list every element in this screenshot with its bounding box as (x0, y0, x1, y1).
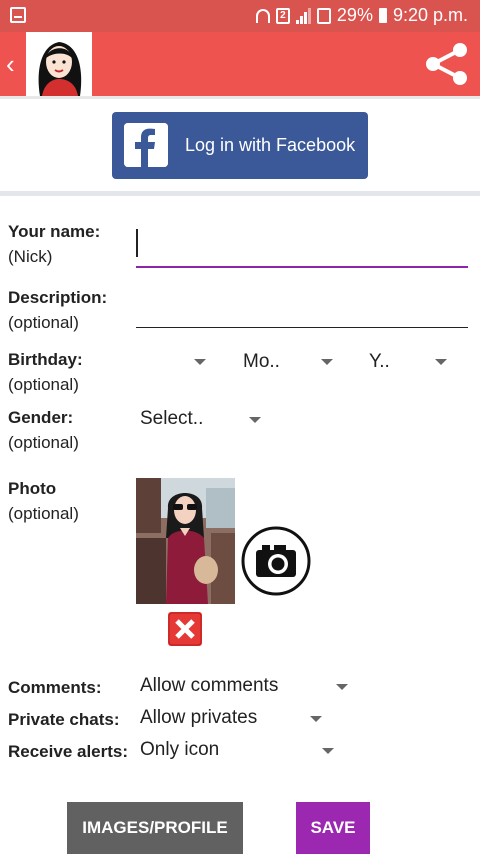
birthday-day-dropdown[interactable] (140, 350, 212, 378)
photo-label: Photo (optional) (8, 476, 79, 526)
clock: 9:20 p.m. (392, 5, 468, 25)
app-bar: ‹ (0, 32, 480, 96)
chevron-down-icon (194, 359, 206, 365)
images-profile-button[interactable]: IMAGES/PROFILE (67, 802, 243, 854)
description-input[interactable] (136, 290, 468, 328)
chevron-down-icon (249, 417, 261, 423)
share-icon[interactable] (424, 42, 470, 86)
sim-icon: 2 (275, 7, 290, 24)
receive-alerts-label-text: Receive alerts: (8, 742, 129, 761)
description-hint: (optional) (8, 313, 79, 332)
receive-alerts-value: Only icon (140, 739, 220, 760)
chevron-down-icon (321, 359, 333, 365)
section-divider (0, 191, 480, 196)
facebook-login-label: Log in with Facebook (185, 135, 356, 155)
app-bar-shadow (0, 96, 480, 99)
camera-icon[interactable] (241, 526, 311, 596)
birthday-hint: (optional) (8, 375, 79, 394)
facebook-icon (124, 123, 168, 167)
description-label: Description: (optional) (8, 285, 107, 335)
private-chats-dropdown[interactable]: Allow privates (140, 707, 326, 735)
birthday-month-value: Mo.. (243, 351, 280, 372)
comments-dropdown[interactable]: Allow comments (140, 675, 352, 703)
name-input[interactable] (136, 230, 468, 268)
birthday-label: Birthday: (optional) (8, 347, 83, 397)
chevron-down-icon (310, 716, 322, 722)
delete-photo-icon[interactable] (168, 612, 202, 646)
wifi-icon (255, 8, 270, 23)
name-hint: (Nick) (8, 247, 53, 266)
comments-value: Allow comments (140, 675, 279, 696)
birthday-year-dropdown[interactable]: Y.. (369, 351, 449, 379)
profile-photo[interactable] (136, 478, 235, 604)
private-chats-value: Allow privates (140, 707, 258, 728)
birthday-label-text: Birthday: (8, 350, 83, 369)
private-chats-label: Private chats: (8, 707, 120, 732)
text-cursor (136, 229, 138, 257)
gender-label-text: Gender: (8, 408, 74, 427)
photo-label-text: Photo (8, 479, 57, 498)
name-label: Your name: (Nick) (8, 219, 100, 269)
private-chats-label-text: Private chats: (8, 710, 120, 729)
status-bar-right: 2 29% 9:20 p.m. (255, 5, 468, 26)
battery-percent: 29% (336, 5, 373, 25)
description-label-text: Description: (8, 288, 108, 307)
facebook-login-button[interactable]: Log in with Facebook (112, 112, 368, 179)
comments-label-text: Comments: (8, 678, 102, 697)
battery-icon (378, 8, 387, 23)
avatar[interactable] (26, 32, 92, 96)
save-button[interactable]: SAVE (296, 802, 370, 854)
chevron-down-icon (435, 359, 447, 365)
status-bar: 2 29% 9:20 p.m. (0, 0, 480, 32)
gender-hint: (optional) (8, 433, 79, 452)
gender-dropdown[interactable]: Select.. (140, 408, 265, 436)
birthday-month-dropdown[interactable]: Mo.. (243, 351, 335, 379)
photo-hint: (optional) (8, 504, 79, 523)
comments-label: Comments: (8, 675, 102, 700)
chevron-down-icon (322, 748, 334, 754)
name-label-text: Your name: (8, 222, 101, 241)
gender-value: Select.. (140, 408, 204, 429)
gender-label: Gender: (optional) (8, 405, 79, 455)
receive-alerts-dropdown[interactable]: Only icon (140, 739, 338, 767)
signal-icon (295, 7, 311, 24)
birthday-year-value: Y.. (369, 351, 390, 372)
signal-box-icon (316, 7, 331, 24)
receive-alerts-label: Receive alerts: (8, 739, 128, 764)
notification-icon (10, 7, 26, 23)
chevron-down-icon (336, 684, 348, 690)
chevron-left-icon[interactable]: ‹ (6, 51, 15, 77)
